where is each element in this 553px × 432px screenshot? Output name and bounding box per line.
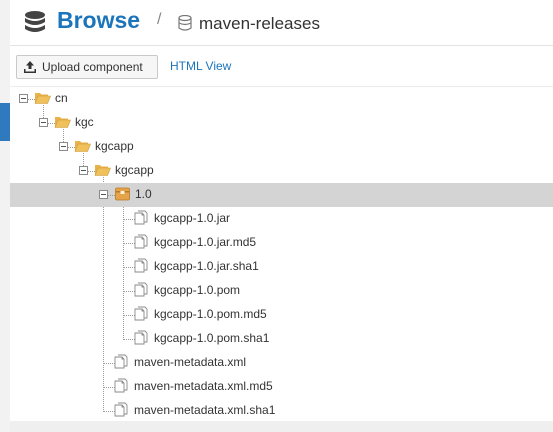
header-divider [10,45,553,46]
file-icon [133,210,150,226]
collapse-toggle-icon[interactable] [39,118,48,127]
tree-file-item[interactable]: kgcapp-1.0.pom [10,279,553,303]
tree-item-label: kgcapp-1.0.pom.sha1 [154,331,270,345]
breadcrumb-repository: maven-releases [199,14,320,33]
tree-file-item[interactable]: kgcapp-1.0.pom.md5 [10,303,553,327]
tree-folder-item[interactable]: kgcapp [10,135,553,159]
file-icon [133,282,150,298]
tree-component-item[interactable]: 1.0 [10,183,553,207]
upload-component-button[interactable]: Upload component [16,55,158,79]
tree-item-label: kgcapp-1.0.jar.sha1 [154,259,259,273]
folder-open-icon [74,138,91,154]
tree-item-label: kgcapp-1.0.jar [154,211,231,225]
file-icon [113,378,130,394]
folder-open-icon [94,162,111,178]
tree-file-item[interactable]: maven-metadata.xml [10,351,553,375]
repository-icon [178,15,192,31]
breadcrumb-separator: / [157,11,162,28]
tree-file-item[interactable]: kgcapp-1.0.jar [10,207,553,231]
folder-open-icon [34,90,51,106]
file-icon [133,258,150,274]
file-icon [133,234,150,250]
folder-open-icon [54,114,71,130]
tree-file-item[interactable]: maven-metadata.xml.md5 [10,375,553,399]
file-icon [133,330,150,346]
tree-item-label: 1.0 [135,187,152,201]
tree-item-label: kgcapp [95,139,134,153]
bottom-scrollbar[interactable] [10,421,553,432]
tree-folder-item[interactable]: kgc [10,111,553,135]
tree-item-label: kgcapp-1.0.pom [154,283,241,297]
file-icon [133,306,150,322]
tree-file-item[interactable]: kgcapp-1.0.jar.md5 [10,231,553,255]
page-header: Browse / maven-releases [0,0,553,46]
collapse-toggle-icon[interactable] [19,94,28,103]
tree-folder-item[interactable]: kgcapp [10,159,553,183]
tree-item-label: maven-metadata.xml.md5 [134,379,273,393]
collapse-toggle-icon[interactable] [99,190,108,199]
tree-item-label: kgcapp-1.0.pom.md5 [154,307,267,321]
database-icon [25,11,45,32]
page-title[interactable]: Browse [57,7,140,34]
tree-file-item[interactable]: kgcapp-1.0.jar.sha1 [10,255,553,279]
file-icon [113,354,130,370]
tree-item-label: kgcapp-1.0.jar.md5 [154,235,257,249]
tree-item-label: maven-metadata.xml.sha1 [134,403,276,417]
tree-item-label: kgcapp [115,163,154,177]
upload-icon [24,61,36,73]
tree-item-label: kgc [75,115,94,129]
collapse-toggle-icon[interactable] [59,142,68,151]
tree-file-item[interactable]: kgcapp-1.0.pom.sha1 [10,327,553,351]
collapse-toggle-icon[interactable] [79,166,88,175]
file-icon [113,402,130,418]
tree-item-label: maven-metadata.xml [134,355,247,369]
upload-component-label: Upload component [42,60,143,74]
component-tree: cn kgc kgcapp kgcapp 1.0 kgcapp-1.0.jar kgcapp… [0,87,553,422]
tree-file-item[interactable]: maven-metadata.xml.sha1 [10,399,553,423]
component-icon [114,186,131,202]
tree-folder-item[interactable]: cn [10,87,553,111]
tree-item-label: cn [55,91,68,105]
html-view-link[interactable]: HTML View [170,59,231,73]
